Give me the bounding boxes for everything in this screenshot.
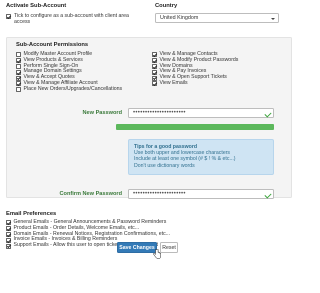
password-strength-bar [116,124,274,130]
permissions-heading: Sub-Account Permissions [16,42,89,48]
checkbox[interactable] [16,81,21,87]
permissions-left-column: Modify Master Account Profile View Produc… [16,51,123,93]
confirm-password-label: Confirm New Password [59,191,122,197]
chevron-down-icon [271,17,275,20]
activate-checkbox[interactable] [6,14,11,19]
new-password-label: New Password [82,110,122,116]
checkbox[interactable] [16,63,21,69]
save-changes-button[interactable]: Save Changes [117,242,157,253]
permission-item-label: View Emails [159,79,188,86]
checkbox[interactable] [16,87,21,93]
activate-row[interactable]: Tick to configure as a sub-account with … [6,13,146,25]
activate-heading: Activate Sub-Account [6,3,67,9]
checkbox[interactable] [6,231,11,237]
checkbox[interactable] [152,63,157,69]
checkbox[interactable] [6,243,11,249]
checkbox[interactable] [152,58,157,64]
checkbox[interactable] [152,81,157,87]
permissions-right-column: View & Manage Contacts View & Modify Prod… [152,51,238,87]
checkbox[interactable] [16,58,21,64]
checkbox[interactable] [6,226,11,232]
email-prefs-heading: Email Preferences [6,211,57,217]
checkmark-icon [264,110,272,118]
checkbox[interactable] [152,52,157,58]
tips-line-3: Don't use dictionary words [134,162,195,169]
checkbox[interactable] [16,75,21,81]
country-value: United Kingdom [160,15,199,21]
permission-item-label: Place New Orders/Upgrades/Cancellations [23,85,123,92]
hand-cursor-icon [153,249,161,259]
checkbox[interactable] [6,220,11,226]
checkbox[interactable] [16,69,21,75]
permission-item[interactable]: View Emails [152,79,238,87]
reset-button[interactable]: Reset [160,242,178,253]
checkmark-icon [264,191,272,199]
confirm-password-field[interactable]: •••••••••••••••••••••• [128,189,274,199]
new-password-field[interactable]: •••••••••••••••••••••• [128,108,274,118]
password-tips: Tips for a good password Use both upper … [128,139,274,175]
checkbox[interactable] [16,52,21,58]
checkbox[interactable] [152,75,157,81]
checkbox[interactable] [152,69,157,75]
country-heading: Country [155,3,178,9]
new-password-value: •••••••••••••••••••••• [133,110,186,116]
confirm-password-value: •••••••••••••••••••••• [133,191,186,197]
activate-label: Tick to configure as a sub-account with … [14,13,129,26]
country-select[interactable]: United Kingdom [155,13,279,23]
permission-item[interactable]: Place New Orders/Upgrades/Cancellations [16,85,123,93]
checkbox[interactable] [6,237,11,243]
